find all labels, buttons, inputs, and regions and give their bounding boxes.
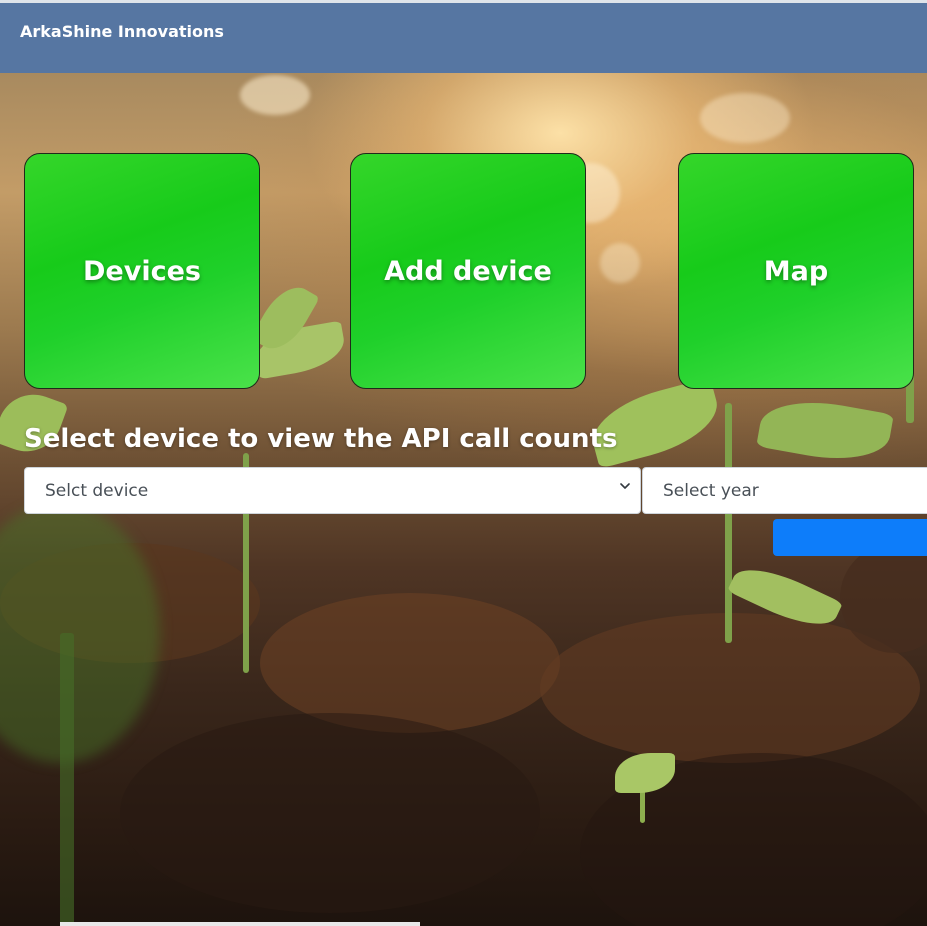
map-tile-label: Map <box>763 255 829 287</box>
add-device-tile-label: Add device <box>384 255 552 287</box>
add-device-tile[interactable]: Add device <box>350 153 586 389</box>
api-counts-heading: Select device to view the API call count… <box>24 424 618 454</box>
navbar-brand[interactable]: ArkaShine Innovations <box>20 22 224 41</box>
navbar: ArkaShine Innovations <box>0 3 927 73</box>
page: ArkaShine Innovations Devices Add device… <box>0 0 927 926</box>
devices-tile[interactable]: Devices <box>24 153 260 389</box>
submit-button[interactable] <box>773 519 927 556</box>
device-select[interactable]: Selct device <box>24 467 641 514</box>
horizontal-scrollbar[interactable] <box>60 922 420 926</box>
chevron-down-icon <box>620 483 630 489</box>
year-select-value: Select year <box>663 480 759 501</box>
devices-tile-label: Devices <box>83 255 201 287</box>
device-select-value: Selct device <box>45 480 149 501</box>
year-select[interactable]: Select year <box>642 467 927 514</box>
map-tile[interactable]: Map <box>678 153 914 389</box>
